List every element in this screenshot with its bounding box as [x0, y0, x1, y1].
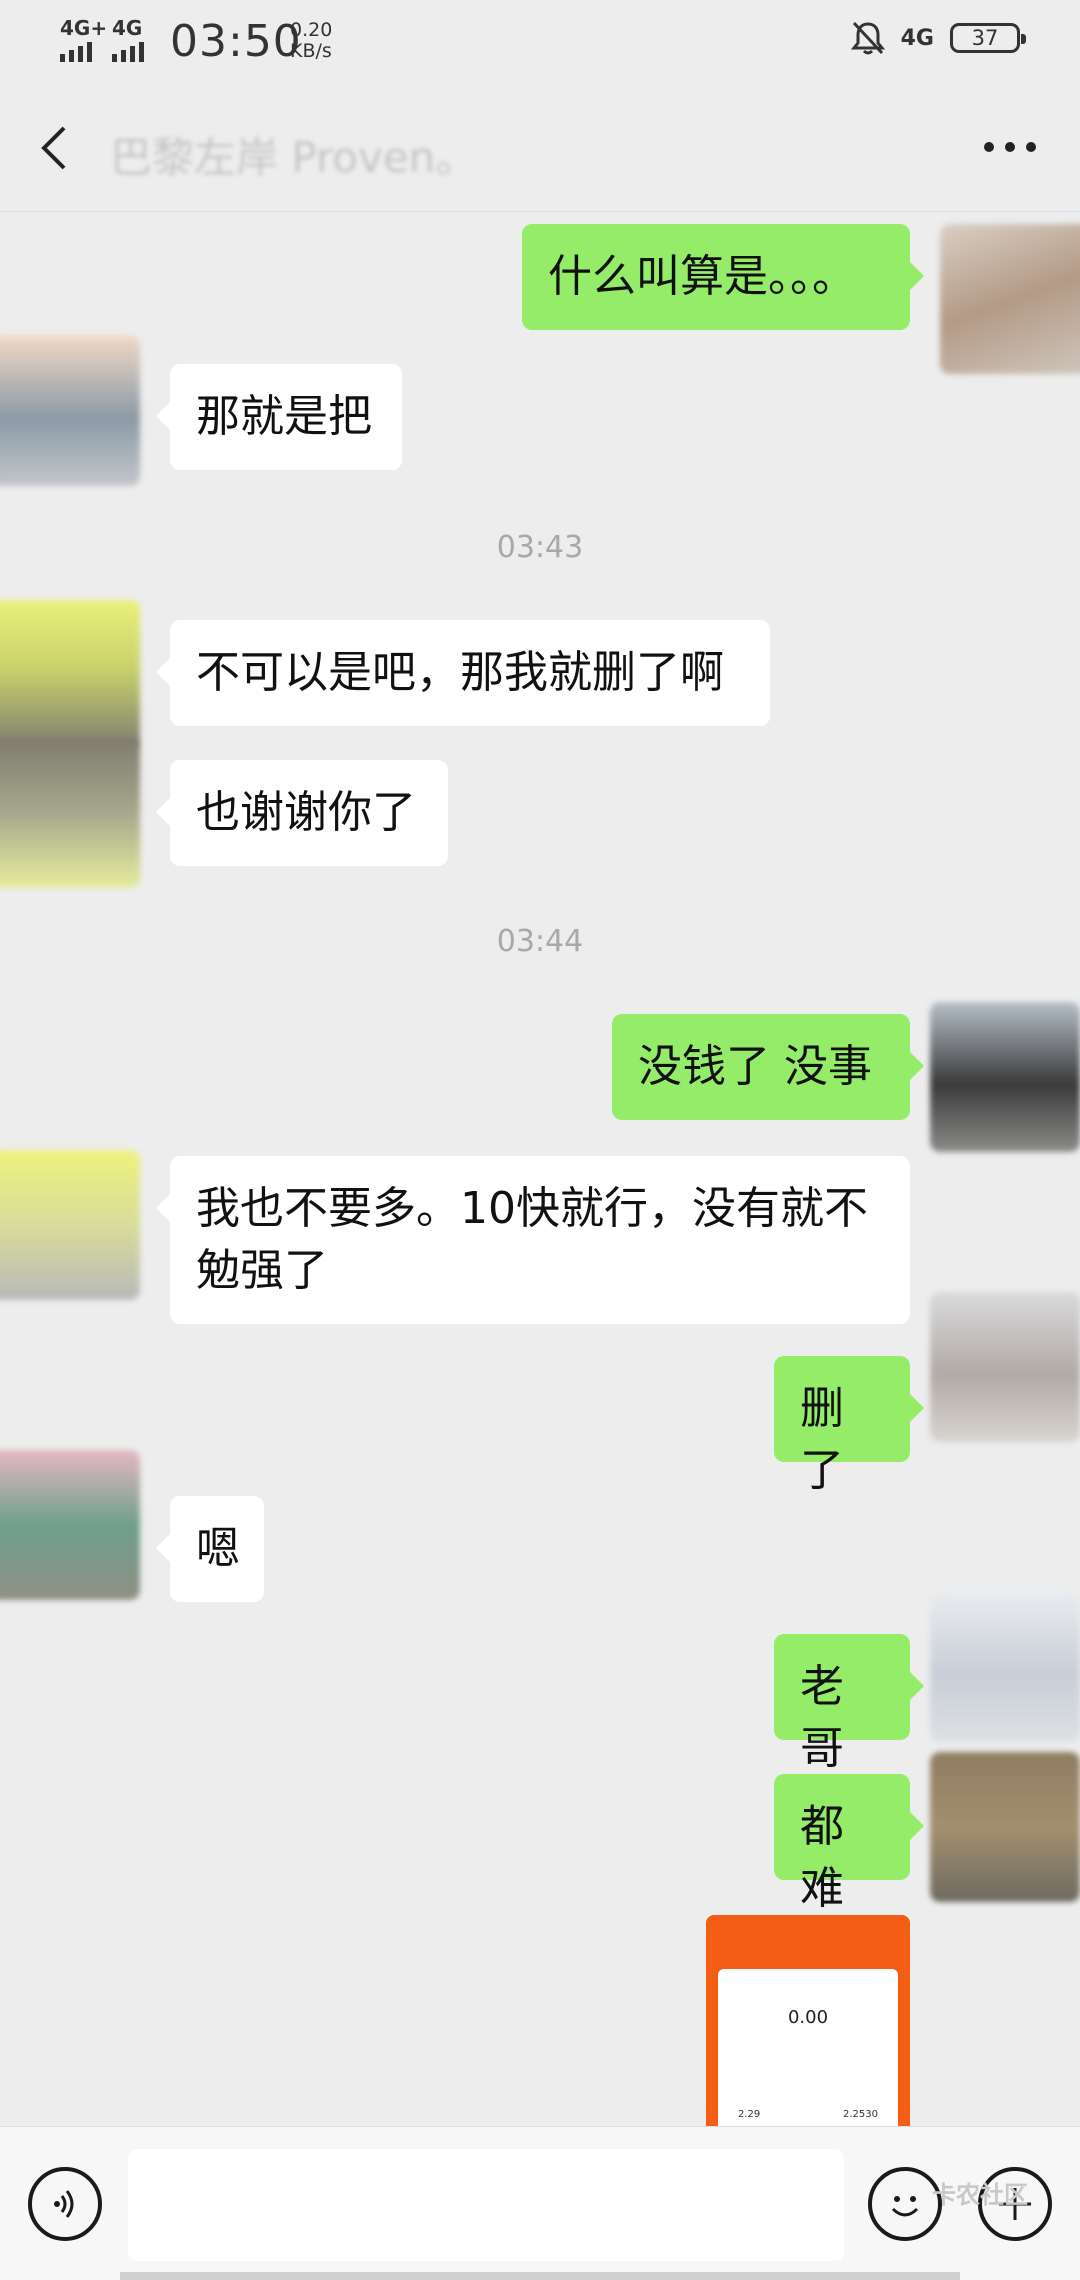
network-type-right: 4G: [900, 25, 934, 51]
contact-avatar[interactable]: [0, 600, 140, 750]
contact-avatar[interactable]: [0, 1150, 140, 1300]
self-avatar[interactable]: [940, 224, 1080, 374]
message-bubble[interactable]: 老哥: [774, 1634, 924, 1774]
network-type-1: 4G+: [60, 16, 108, 40]
network-type-2: 4G: [112, 16, 143, 40]
status-bar: 4G+ 4G 03:50 0.20 KB/s 4G 37: [0, 0, 1080, 84]
battery-icon: 37: [950, 23, 1026, 53]
voice-input-icon[interactable]: [28, 2167, 102, 2241]
self-avatar[interactable]: [930, 1292, 1080, 1442]
signal-icon: 4G+: [60, 18, 107, 62]
chat-title: 巴黎左岸 Proven。: [110, 133, 478, 182]
battery-level: 37: [971, 26, 999, 50]
watermark: 卡农社区: [932, 2175, 1028, 2210]
self-avatar[interactable]: [930, 1752, 1080, 1902]
timestamp: 03:44: [496, 924, 584, 959]
message-list[interactable]: 什么叫算是。。。 那就是把 03:43 不可以是吧，那我就删了啊 也谢谢你了 0…: [0, 212, 1080, 2126]
thumbnail-value-b: 2.2530: [843, 2109, 878, 2120]
message-bubble[interactable]: 那就是把: [156, 364, 402, 470]
emoji-icon[interactable]: [868, 2167, 942, 2241]
chat-header: 巴黎左岸 Proven。: [0, 84, 1080, 212]
message-bubble[interactable]: 删了: [774, 1356, 924, 1496]
message-bubble[interactable]: 没钱了 没事: [612, 1014, 924, 1120]
navigation-bar: [120, 2272, 960, 2280]
message-bubble[interactable]: 嗯: [156, 1496, 264, 1602]
speed-value: 0.20: [290, 19, 333, 41]
speed-unit: KB/s: [290, 40, 332, 62]
contact-avatar[interactable]: [0, 1450, 140, 1600]
message-bubble[interactable]: 也谢谢你了: [156, 760, 448, 866]
thumbnail-amount: 0.00: [787, 2007, 829, 2028]
message-bubble[interactable]: 不可以是吧，那我就删了啊: [156, 620, 770, 726]
message-bubble[interactable]: 什么叫算是。。。: [522, 224, 924, 330]
thumbnail-card: 0.00 2.29 2.2530: [718, 1969, 898, 2126]
input-bar: 卡农社区: [0, 2126, 1080, 2280]
self-avatar[interactable]: [930, 1592, 1080, 1742]
network-speed: 0.20 KB/s: [290, 20, 332, 62]
watermark-text: 卡农社区: [932, 2181, 1028, 2209]
mute-bell-icon: [850, 21, 885, 55]
contact-avatar[interactable]: [0, 336, 140, 486]
message-bubble[interactable]: 我也不要多。10快就行，没有就不勉强了: [156, 1156, 910, 1324]
timestamp: 03:43: [496, 530, 584, 565]
message-input[interactable]: [128, 2149, 844, 2261]
contact-avatar[interactable]: [0, 738, 140, 888]
back-arrow-icon[interactable]: [30, 120, 80, 176]
signal-icon-2: 4G: [112, 18, 144, 62]
image-message[interactable]: 0.00 2.29 2.2530: [706, 1915, 910, 2126]
message-bubble[interactable]: 都难: [774, 1774, 924, 1914]
clock: 03:50: [170, 16, 302, 67]
self-avatar[interactable]: [930, 1002, 1080, 1152]
thumbnail-value-a: 2.29: [738, 2109, 761, 2120]
more-options-icon[interactable]: [984, 134, 1040, 160]
